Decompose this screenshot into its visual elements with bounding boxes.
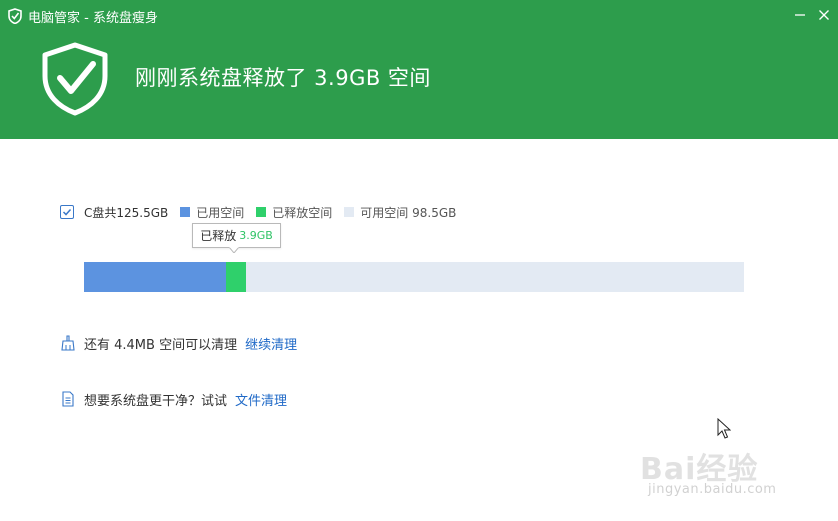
free-legend-swatch <box>344 207 355 217</box>
disk-summary: C盘共125.5GB <box>84 205 169 220</box>
mouse-cursor-icon <box>717 418 731 439</box>
file-clean-row: 想要系统盘更干净？试试 文件清理 <box>60 390 287 409</box>
minimize-button[interactable] <box>788 4 812 26</box>
used-segment <box>84 262 226 292</box>
minimize-icon <box>795 14 805 16</box>
tooltip-value: 3.9GB <box>239 229 273 242</box>
freed-segment <box>226 262 246 292</box>
freed-legend-label: 已释放空间 <box>272 205 333 220</box>
disk-summary-row: C盘共125.5GB 已用空间 已释放空间 可用空间 98.5GB <box>60 203 456 221</box>
more-space-text: 还有 4.4MB 空间可以清理 <box>84 337 238 353</box>
more-space-row: 还有 4.4MB 空间可以清理 继续清理 <box>60 334 297 353</box>
broom-icon <box>61 335 75 351</box>
disk-checkbox[interactable] <box>60 205 74 219</box>
app-logo-icon <box>8 8 22 24</box>
window-title: 电脑管家 - 系统盘瘦身 <box>28 11 158 26</box>
watermark: Bai经验 jingyan.baidu.com <box>640 444 820 504</box>
used-legend-swatch <box>180 207 191 217</box>
shield-check-icon <box>42 42 108 116</box>
document-icon <box>62 391 74 407</box>
tooltip-label: 已释放 <box>200 229 237 243</box>
used-legend-label: 已用空间 <box>196 205 245 220</box>
free-legend-label: 可用空间 98.5GB <box>360 205 457 220</box>
continue-clean-link[interactable]: 继续清理 <box>245 334 297 353</box>
file-clean-text: 想要系统盘更干净？试试 <box>84 393 228 409</box>
tooltip-arrow <box>229 247 239 253</box>
close-button[interactable] <box>812 4 836 26</box>
disk-usage-bar <box>84 262 744 292</box>
checkmark-icon <box>62 208 72 216</box>
watermark-url: jingyan.baidu.com <box>648 482 777 497</box>
freed-tooltip: 已释放 3.9GB <box>192 223 281 248</box>
result-headline: 刚刚系统盘释放了 3.9GB 空间 <box>135 66 431 90</box>
close-icon <box>819 10 829 20</box>
file-clean-link[interactable]: 文件清理 <box>235 390 287 409</box>
header-banner: 电脑管家 - 系统盘瘦身 刚刚系统盘释放了 3.9GB 空间 <box>0 0 838 139</box>
freed-legend-swatch <box>256 207 267 217</box>
title-bar[interactable]: 电脑管家 - 系统盘瘦身 <box>0 0 838 32</box>
watermark-brand: Bai经验 <box>640 452 759 487</box>
